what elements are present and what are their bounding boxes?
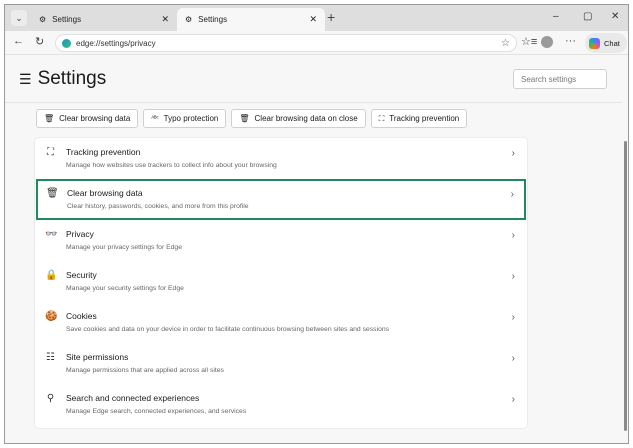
settings-content: ☰ Settings Search settings 🗑 Clear browsin…: [5, 56, 622, 443]
copilot-chat-button[interactable]: Chat: [585, 33, 627, 53]
search-icon: ⚲: [46, 393, 55, 404]
refresh-icon[interactable]: ↻: [35, 35, 44, 48]
tab-bar: ⌄ ⚙ Settings ✕ ⚙ Settings ✕ + – ▢ ✕: [5, 5, 628, 31]
spellcheck-icon: ᴬᴮᶜ: [151, 115, 159, 122]
gear-icon: ⚙: [39, 15, 47, 24]
tab-actions-button[interactable]: ⌄: [11, 10, 27, 26]
list-item-tracking-prevention[interactable]: ⛶ Tracking prevention Manage how websites …: [35, 138, 527, 179]
back-icon[interactable]: ←: [13, 35, 24, 47]
list-item-privacy[interactable]: 👓 Privacy Manage your privacy settings for…: [35, 220, 527, 261]
list-item-cookies[interactable]: 🍪 Cookies Save cookies and data on your de…: [35, 302, 527, 343]
hamburger-menu-icon[interactable]: ☰: [19, 71, 32, 88]
tracking-icon: ⛶: [47, 147, 54, 158]
trash-clock-icon: 🗑: [239, 114, 250, 123]
close-window-button[interactable]: ✕: [611, 11, 619, 22]
tab-settings-1[interactable]: ⚙ Settings ✕: [31, 8, 177, 31]
lock-icon: 🔒: [45, 270, 58, 281]
chevron-right-icon: ›: [511, 394, 515, 405]
trash-icon: 🗑: [46, 188, 59, 199]
list-item-search-connected[interactable]: ⚲ Search and connected experiences Manage …: [35, 384, 527, 425]
new-tab-button[interactable]: +: [327, 9, 335, 25]
incognito-icon: 👓: [45, 229, 58, 240]
close-tab-icon[interactable]: ✕: [309, 14, 317, 25]
profile-avatar[interactable]: [541, 36, 553, 48]
chevron-right-icon: ›: [511, 230, 515, 241]
cookie-icon: 🍪: [45, 311, 58, 322]
search-settings-input[interactable]: Search settings: [513, 69, 607, 89]
chevron-right-icon: ›: [511, 312, 515, 323]
address-bar[interactable]: edge://settings/privacy ☆: [55, 34, 517, 52]
quick-clear-on-close-button[interactable]: 🗑 Clear browsing data on close: [231, 109, 366, 128]
favorite-star-icon[interactable]: ☆: [501, 38, 510, 49]
minimize-button[interactable]: –: [553, 11, 559, 22]
divider: [5, 102, 622, 103]
privacy-settings-list: ⛶ Tracking prevention Manage how websites …: [34, 137, 528, 429]
quick-clear-browsing-data-button[interactable]: 🗑 Clear browsing data: [36, 109, 139, 128]
browser-window: ⌄ ⚙ Settings ✕ ⚙ Settings ✕ + – ▢ ✕ ← ↻ edge…: [4, 4, 629, 444]
favorites-icon[interactable]: ☆≡: [521, 35, 537, 48]
edge-icon: [62, 38, 71, 48]
chevron-right-icon: ›: [510, 189, 514, 200]
scrollbar-thumb[interactable]: [624, 141, 627, 431]
chevron-right-icon: ›: [511, 148, 515, 159]
copilot-icon: [589, 37, 600, 49]
navigation-bar: ← ↻ edge://settings/privacy ☆ ☆≡ ··· Chat: [5, 31, 628, 55]
maximize-button[interactable]: ▢: [583, 11, 592, 22]
close-tab-icon[interactable]: ✕: [161, 14, 169, 25]
site-permissions-icon: ☷: [46, 352, 55, 363]
quick-typo-protection-button[interactable]: ᴬᴮᶜ Typo protection: [143, 109, 227, 128]
tab-settings-2[interactable]: ⚙ Settings ✕: [177, 8, 325, 31]
trash-icon: 🗑: [44, 114, 55, 123]
page-title: Settings: [37, 68, 107, 89]
chevron-right-icon: ›: [511, 353, 515, 364]
chevron-right-icon: ›: [511, 271, 515, 282]
gear-icon: ⚙: [185, 15, 193, 24]
quick-tracking-prevention-button[interactable]: ⛶ Tracking prevention: [370, 109, 468, 128]
tracking-icon: ⛶: [378, 113, 385, 123]
list-item-security[interactable]: 🔒 Security Manage your security settings f…: [35, 261, 527, 302]
scrollbar[interactable]: [623, 56, 628, 443]
more-icon[interactable]: ···: [565, 35, 576, 47]
list-item-clear-browsing-data[interactable]: 🗑 Clear browsing data Clear history, passw…: [36, 179, 526, 220]
list-item-site-permissions[interactable]: ☷ Site permissions Manage permissions that…: [35, 343, 527, 384]
